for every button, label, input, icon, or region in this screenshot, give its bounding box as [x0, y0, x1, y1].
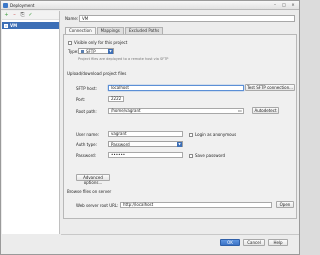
server-list-pane: + – ⎘ ✓ VM: [2, 11, 60, 234]
title-bar[interactable]: Deployment – □ ×: [1, 1, 299, 10]
login-anon-row: Login as anonymous: [189, 132, 236, 137]
server-settings-pane: Name: VM Connection Mappings Excluded Pa…: [61, 11, 299, 234]
type-label: Type:: [68, 49, 79, 54]
server-icon: [4, 23, 8, 28]
deployment-dialog: Deployment – □ × + – ⎘ ✓ VM Name: VM Con…: [0, 0, 300, 255]
user-name-input[interactable]: vagrant: [108, 131, 183, 137]
cancel-button[interactable]: Cancel: [243, 239, 265, 246]
type-hint: Project files are deployed to a remote h…: [78, 57, 169, 61]
auth-type-select[interactable]: Password ▼: [108, 141, 183, 147]
tab-excluded-paths[interactable]: Excluded Paths: [124, 27, 164, 34]
footer-divider: [61, 234, 299, 235]
password-label: Password:: [76, 153, 97, 158]
root-path-input[interactable]: /home/vagrant: [108, 108, 244, 114]
autodetect-button[interactable]: Autodetect: [252, 107, 279, 114]
use-default-icon[interactable]: ✓: [28, 12, 33, 18]
sftp-icon: [81, 49, 84, 53]
server-item-vm[interactable]: VM: [2, 22, 59, 29]
visible-only-row: Visible only for this project: [68, 40, 127, 45]
server-item-label: VM: [10, 23, 18, 28]
visible-only-label: Visible only for this project: [74, 40, 128, 45]
auth-type-value: Password: [111, 141, 130, 147]
open-button[interactable]: Open: [276, 201, 294, 208]
save-password-label: Save password: [195, 153, 226, 158]
user-name-label: User name:: [76, 132, 100, 137]
sftp-host-label: SFTP host:: [76, 86, 97, 91]
type-value: SFTP: [86, 48, 96, 54]
tab-connection[interactable]: Connection: [65, 27, 96, 34]
login-anon-checkbox[interactable]: [189, 132, 193, 137]
close-button[interactable]: ×: [289, 2, 297, 8]
chevron-down-icon: ▼: [177, 142, 182, 147]
login-anon-label: Login as anonymous: [195, 132, 237, 137]
web-root-label: Web server root URL:: [76, 203, 119, 208]
help-button[interactable]: Help: [268, 239, 288, 246]
maximize-button[interactable]: □: [280, 2, 288, 8]
chevron-down-icon: ▼: [108, 49, 113, 54]
connection-panel: Visible only for this project Type: SFTP…: [63, 34, 297, 219]
password-input[interactable]: ••••••: [108, 152, 183, 158]
copy-server-icon[interactable]: ⎘: [20, 12, 25, 18]
advanced-options-button[interactable]: Advanced options...: [76, 174, 110, 185]
ok-button[interactable]: OK: [220, 239, 240, 246]
auth-type-label: Auth type:: [76, 142, 97, 147]
name-row: Name: VM: [65, 15, 295, 22]
browse-section-title: Browse files on server: [67, 189, 112, 194]
port-label: Port:: [76, 97, 86, 102]
visible-only-checkbox[interactable]: [68, 40, 72, 45]
web-root-input[interactable]: http://localhost: [120, 202, 272, 208]
port-input[interactable]: 2222: [108, 96, 124, 102]
server-toolbar: + – ⎘ ✓: [2, 11, 59, 20]
minimize-button[interactable]: –: [271, 2, 279, 8]
type-select[interactable]: SFTP ▼: [78, 48, 114, 54]
add-server-icon[interactable]: +: [4, 12, 9, 18]
test-connection-button[interactable]: Test SFTP connection...: [245, 84, 295, 91]
save-password-checkbox[interactable]: [189, 153, 193, 158]
window-title: Deployment: [10, 2, 35, 8]
window-controls: – □ ×: [271, 2, 297, 8]
name-field[interactable]: VM: [79, 15, 295, 22]
app-icon: [3, 2, 8, 8]
name-label: Name:: [65, 16, 79, 21]
root-path-label: Root path:: [76, 109, 97, 114]
tab-mappings[interactable]: Mappings: [96, 27, 124, 34]
folder-icon[interactable]: ▭: [238, 108, 242, 113]
remove-server-icon[interactable]: –: [12, 12, 17, 18]
settings-tabs: Connection Mappings Excluded Paths: [65, 27, 164, 34]
sftp-host-input[interactable]: localhost: [108, 85, 244, 91]
save-password-row: Save password: [189, 153, 225, 158]
upload-section-title: Upload/download project files: [67, 71, 127, 76]
